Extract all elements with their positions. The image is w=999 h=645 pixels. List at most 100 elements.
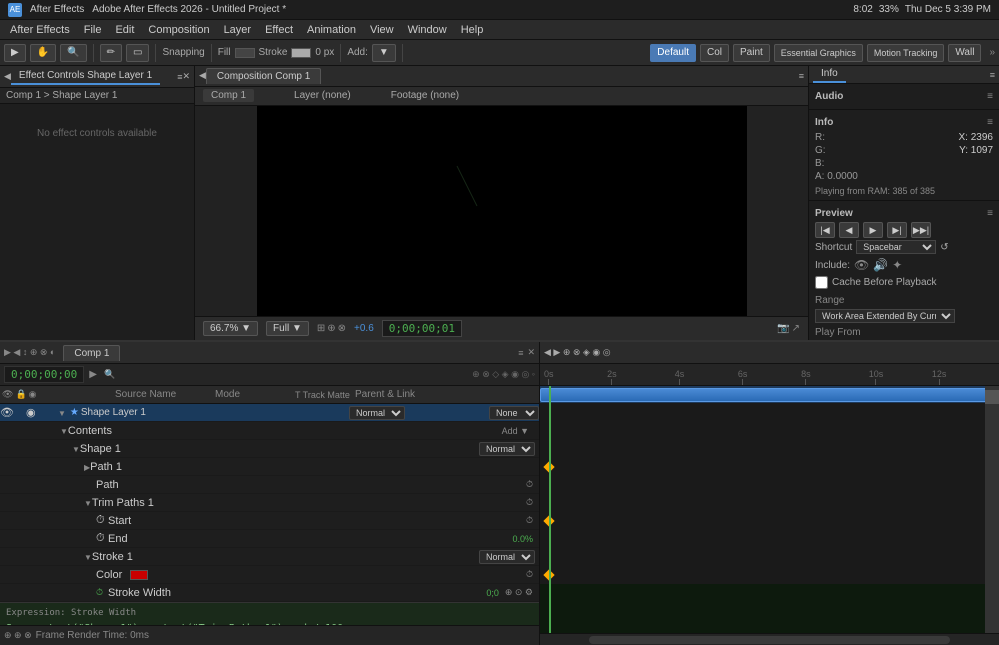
path-stopwatch[interactable]: ⏱: [526, 479, 533, 490]
zoom-control[interactable]: 66.7% ▼: [203, 321, 258, 336]
layer-row-shape1-group[interactable]: Shape 1 Normal: [0, 440, 539, 458]
menu-window[interactable]: Window: [402, 22, 453, 38]
mode-select-1[interactable]: Normal: [349, 406, 405, 420]
effect-controls-tab[interactable]: Effect Controls Shape Layer 1: [11, 68, 160, 85]
fill-swatch[interactable]: [235, 48, 255, 58]
layer-row-end[interactable]: ⏱ End 0.0%: [0, 530, 539, 548]
layer-row-stroke-width[interactable]: ⏱ Stroke Width 0;0 ⊕ ⊙ ⚙: [0, 584, 539, 602]
first-frame-btn[interactable]: |◀: [815, 222, 835, 238]
alpha-icon[interactable]: ⊗: [338, 323, 346, 334]
menu-view[interactable]: View: [364, 22, 400, 38]
contents-expand[interactable]: [60, 425, 68, 437]
menu-edit[interactable]: Edit: [109, 22, 140, 38]
include-audio[interactable]: 🔊: [873, 258, 888, 272]
tl-bar-shape1[interactable]: [540, 388, 994, 402]
scroll-thumb[interactable]: [589, 636, 950, 644]
play-from-row: Play From: [815, 323, 993, 340]
sw-stopwatch[interactable]: ⏱: [96, 587, 108, 598]
next-frame-btn[interactable]: ▶|: [887, 222, 907, 238]
tl-track-sw: [540, 566, 999, 584]
menu-file[interactable]: File: [78, 22, 108, 38]
layer-row-shape1[interactable]: 👁 ◉ ★ Shape Layer 1 Normal None: [0, 404, 539, 422]
menu-layer[interactable]: Layer: [218, 22, 258, 38]
pen-tool[interactable]: ✏: [100, 44, 122, 62]
include-eye[interactable]: 👁: [854, 258, 869, 272]
color-stopwatch[interactable]: ⏱: [526, 569, 533, 580]
tab-default[interactable]: Default: [650, 44, 696, 62]
prev-frame-btn[interactable]: ◀: [839, 222, 859, 238]
tl-menu[interactable]: ≡: [518, 348, 523, 358]
bottom-area: ▶ ◀ ↕ ⊕ ⊗ ◐ Comp 1 ≡ ✕ 0;00;00;00 ▶ 🔍 ⊕ …: [0, 340, 999, 645]
last-frame-btn[interactable]: ▶▶|: [911, 222, 931, 238]
cache-checkbox[interactable]: [815, 276, 828, 289]
end-stopwatch[interactable]: ⏱: [96, 532, 108, 545]
layer-row-contents[interactable]: Contents Add ▼: [0, 422, 539, 440]
menu-animation[interactable]: Animation: [301, 22, 362, 38]
grid-icon[interactable]: ⊞: [317, 323, 325, 334]
parent-select-1[interactable]: None: [489, 406, 539, 420]
comp-menu-icon[interactable]: ≡: [799, 71, 804, 81]
playhead[interactable]: [549, 386, 551, 633]
share-icon[interactable]: ↗: [792, 323, 800, 334]
selection-tool[interactable]: ▶: [4, 44, 26, 62]
layer-expand-1[interactable]: [58, 407, 66, 419]
zoom-tool[interactable]: 🔍: [60, 44, 86, 62]
stroke-swatch[interactable]: [291, 48, 311, 58]
layer-row-color[interactable]: Color ⏱: [0, 566, 539, 584]
tab-col[interactable]: Col: [700, 44, 729, 62]
menu-effect[interactable]: Effect: [259, 22, 299, 38]
start-stop-icon[interactable]: ⏱: [96, 514, 108, 527]
start-stopwatch[interactable]: ⏱: [526, 515, 533, 526]
snap-icon[interactable]: ⊕: [327, 323, 335, 334]
comp1-tab[interactable]: Comp 1: [63, 345, 120, 361]
layer-solo-1[interactable]: ◉: [26, 406, 38, 419]
tab-paint[interactable]: Paint: [733, 44, 770, 62]
menu-after-effects[interactable]: After Effects: [4, 22, 76, 38]
layer-eye-1[interactable]: 👁: [0, 406, 14, 419]
trim-stopwatch[interactable]: ⏱: [526, 497, 533, 508]
tl-close[interactable]: ✕: [527, 347, 535, 358]
toolbar-sep-4: [340, 44, 341, 62]
composition-tab[interactable]: Composition Comp 1: [206, 68, 321, 84]
shortcut-select[interactable]: Spacebar: [856, 240, 936, 254]
layer-row-start[interactable]: ⏱ Start ⏱: [0, 512, 539, 530]
stroke1-mode-select[interactable]: Normal: [479, 550, 535, 564]
play-btn[interactable]: ▶: [863, 222, 883, 238]
menu-help[interactable]: Help: [455, 22, 490, 38]
shape-tool[interactable]: ▭: [126, 44, 149, 62]
hand-tool[interactable]: ✋: [30, 44, 56, 62]
trim-expand[interactable]: [84, 497, 92, 509]
right-panel-tab[interactable]: Info: [813, 66, 846, 83]
shortcut-icon[interactable]: ↺: [940, 242, 948, 253]
panel-close-icon[interactable]: ✕: [182, 71, 190, 82]
tl-play[interactable]: ▶: [86, 368, 100, 381]
camera-icon[interactable]: 📷: [777, 323, 789, 334]
time-display-preview[interactable]: 0;00;00;01: [382, 320, 462, 337]
tab-essential[interactable]: Essential Graphics: [774, 44, 863, 62]
tl-scrollbar[interactable]: [540, 633, 999, 645]
add-btn[interactable]: ▼: [372, 44, 396, 62]
layer-row-stroke1[interactable]: Stroke 1 Normal: [0, 548, 539, 566]
tl-end-marker[interactable]: [985, 390, 999, 404]
quality-control[interactable]: Full ▼: [266, 321, 309, 336]
preview-expand[interactable]: ≡: [987, 208, 993, 219]
color-swatch-tl[interactable]: [130, 570, 148, 580]
tl-search-icon[interactable]: 🔍: [104, 369, 115, 380]
stroke1-expand[interactable]: [84, 551, 92, 563]
tab-motion-tracking[interactable]: Motion Tracking: [867, 44, 945, 62]
include-effects[interactable]: ✦: [892, 258, 902, 272]
add-btn-tl[interactable]: Add ▼: [502, 426, 529, 436]
layer-row-path1[interactable]: Path 1: [0, 458, 539, 476]
shape1-expand[interactable]: [72, 443, 80, 455]
audio-expand[interactable]: ≡: [987, 91, 993, 102]
expand-icon[interactable]: »: [989, 47, 995, 58]
info-expand[interactable]: ≡: [987, 117, 993, 128]
range-select[interactable]: Work Area Extended By Current...: [815, 309, 955, 323]
right-panel-menu[interactable]: ≡: [990, 70, 995, 80]
tl-time[interactable]: 0;00;00;00: [4, 366, 84, 383]
layer-row-trim[interactable]: Trim Paths 1 ⏱: [0, 494, 539, 512]
menu-composition[interactable]: Composition: [142, 22, 215, 38]
tab-wall[interactable]: Wall: [948, 44, 981, 62]
layer-row-path[interactable]: Path ⏱: [0, 476, 539, 494]
shape1-mode-select[interactable]: Normal: [479, 442, 535, 456]
